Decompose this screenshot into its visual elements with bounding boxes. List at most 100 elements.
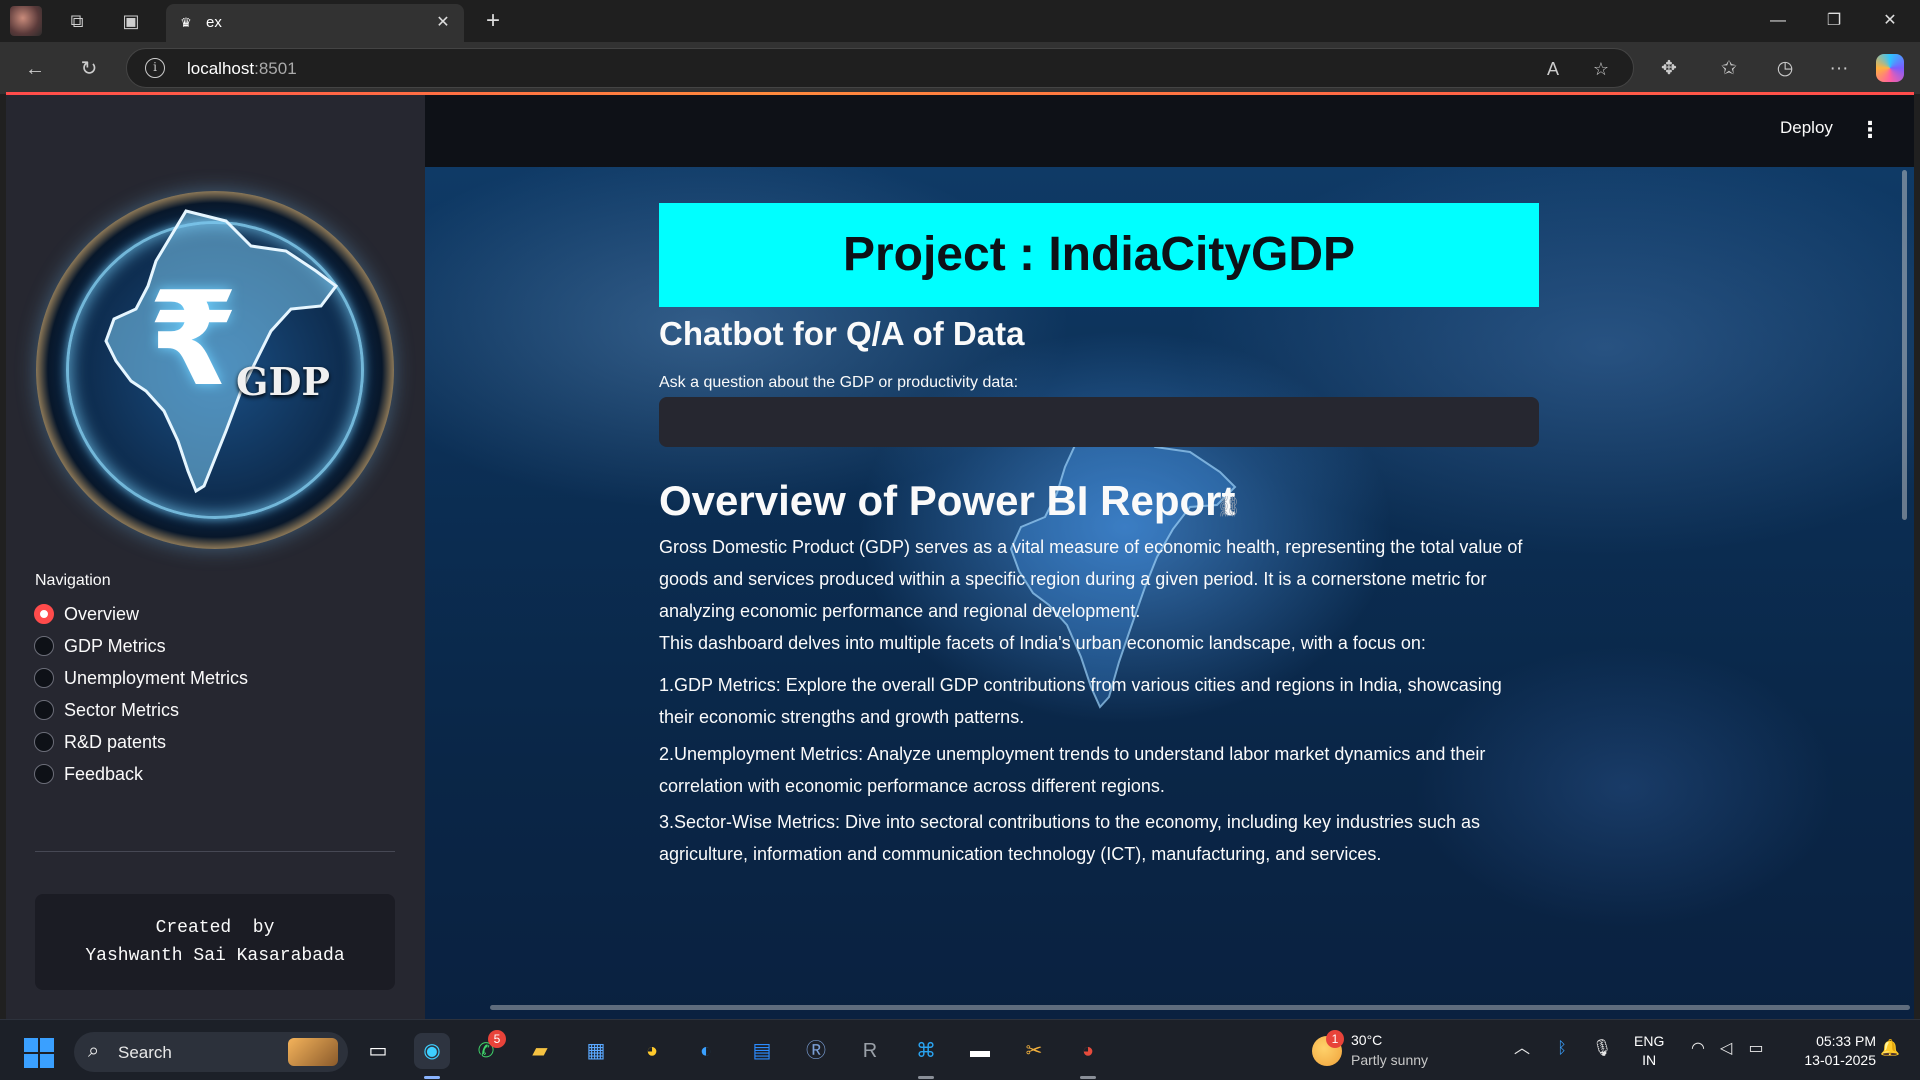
gdp-logo: ₹ GDP	[36, 191, 394, 549]
back-icon[interactable]: ←	[20, 54, 50, 84]
weather-temperature: 30°C	[1351, 1032, 1383, 1048]
microphone-icon[interactable]: 🎙	[1590, 1037, 1614, 1061]
weather-widget[interactable]: 30°C Partly sunny	[1351, 1030, 1428, 1070]
rupee-symbol: ₹	[148, 263, 239, 415]
extensions-icon[interactable]: ✥	[1654, 54, 1684, 84]
nav-radio-feedback[interactable]: Feedback	[34, 758, 248, 790]
overview-paragraph-4: 2.Unemployment Metrics: Analyze unemploy…	[659, 744, 1486, 796]
whatsapp-badge: 5	[488, 1030, 506, 1048]
reload-icon[interactable]: ↻	[74, 54, 104, 84]
page-title: Project : IndiaCityGDP	[842, 228, 1356, 281]
credit-line-2: Yashwanth Sai Kasarabada	[85, 946, 345, 966]
main-area: Deploy ⋮ Project : IndiaCityGDP Chatbot …	[425, 95, 1914, 1019]
nav-radio-gdp-metrics[interactable]: GDP Metrics	[34, 630, 248, 662]
messenger-icon[interactable]: ◐	[688, 1033, 724, 1069]
clock-time: 05:33 PM	[1816, 1033, 1876, 1049]
project-title-banner: Project : IndiaCityGDP	[659, 203, 1539, 307]
notifications-icon[interactable]: 🔔	[1878, 1037, 1902, 1061]
deploy-button[interactable]: Deploy	[1780, 118, 1833, 138]
read-aloud-icon[interactable]: A	[1541, 57, 1565, 81]
credit-line-1: Created by	[155, 918, 275, 938]
radio-unselected-icon[interactable]	[34, 668, 54, 688]
url-text: localhost:8501	[187, 59, 297, 78]
file-explorer-icon[interactable]: ▰	[522, 1033, 558, 1069]
vscode-icon[interactable]: ⌘	[908, 1033, 944, 1069]
nav-radio-overview[interactable]: Overview	[34, 598, 248, 630]
nav-radio-label: R&D patents	[64, 731, 167, 752]
nav-radio-label: Feedback	[64, 763, 144, 784]
streamlit-app: ₹ GDP Navigation Overview GDP Metrics Un…	[6, 95, 1914, 1019]
nav-radio-label: Overview	[64, 603, 140, 624]
radio-unselected-icon[interactable]	[34, 636, 54, 656]
history-icon[interactable]: ◷	[1770, 54, 1800, 84]
terminal-icon[interactable]: ▬	[962, 1033, 998, 1069]
site-info-icon[interactable]: i	[145, 58, 165, 78]
open-app-indicator	[1080, 1076, 1096, 1079]
app-window-icon[interactable]: ▤	[744, 1033, 780, 1069]
open-app-indicator	[918, 1076, 934, 1079]
profile-avatar[interactable]	[10, 6, 42, 36]
edge-browser-icon[interactable]: ◉	[414, 1033, 450, 1069]
browser-tab[interactable]: ♛ ex ✕	[166, 4, 464, 42]
url-field[interactable]: i localhost:8501 A ☆	[126, 48, 1634, 88]
horizontal-scrollbar[interactable]	[490, 1005, 1910, 1010]
overview-paragraph-5: 3.Sector-Wise Metrics: Dive into sectora…	[659, 812, 1481, 864]
battery-icon[interactable]: ▭	[1744, 1037, 1768, 1061]
more-options-icon[interactable]: ···	[1824, 54, 1854, 84]
taskbar: ⌕ Search ▭ ◉ ✆ 5 ▰ ▦ ◕ ◐ ▤ Ⓡ R ⌘ ▬ ✂ ◕ 1…	[0, 1019, 1920, 1080]
search-label: Search	[118, 1043, 172, 1062]
restore-icon[interactable]: ❐	[1806, 0, 1862, 42]
system-clock[interactable]: 05:33 PM 13-01-2025	[1786, 1032, 1876, 1070]
task-view-icon[interactable]: ▭	[360, 1033, 396, 1069]
weather-badge: 1	[1326, 1030, 1344, 1048]
workspaces-icon[interactable]: ⧉	[64, 8, 90, 34]
favorites-icon[interactable]: ✩	[1714, 54, 1744, 84]
radio-selected-icon[interactable]	[34, 604, 54, 624]
volume-icon[interactable]: ◁	[1714, 1037, 1738, 1061]
wifi-icon[interactable]: ◠	[1686, 1037, 1710, 1061]
close-window-icon[interactable]: ✕	[1862, 0, 1918, 42]
taskbar-search[interactable]: ⌕ Search	[74, 1032, 348, 1072]
language-indicator[interactable]: ENG IN	[1634, 1032, 1664, 1070]
overview-paragraph-1: Gross Domestic Product (GDP) serves as a…	[659, 537, 1523, 621]
chrome-profile-icon[interactable]: ◕	[1070, 1033, 1106, 1069]
tab-title: ex	[206, 14, 222, 31]
minimize-icon[interactable]: —	[1750, 0, 1806, 42]
search-highlight-image	[288, 1038, 338, 1066]
app-header: Deploy ⋮	[425, 95, 1914, 167]
new-tab-button[interactable]: +	[478, 6, 508, 36]
nav-radio-rd-patents[interactable]: R&D patents	[34, 726, 248, 758]
r-language-icon[interactable]: R	[852, 1033, 888, 1069]
search-icon: ⌕	[88, 1040, 100, 1062]
radio-unselected-icon[interactable]	[34, 700, 54, 720]
streamlit-favicon-icon: ♛	[180, 15, 192, 30]
copilot-icon[interactable]	[1876, 54, 1904, 82]
chatbot-heading: Chatbot for Q/A of Data	[659, 315, 1025, 352]
anchor-link-icon[interactable]: ⛓	[1216, 495, 1241, 519]
r-studio-icon[interactable]: Ⓡ	[798, 1033, 834, 1069]
nav-radio-label: Sector Metrics	[64, 699, 180, 720]
snipping-tool-icon[interactable]: ✂	[1016, 1033, 1052, 1069]
browser-tab-bar: ⧉ ▣ ♛ ex ✕ + — ❐ ✕	[0, 0, 1920, 42]
question-input[interactable]	[659, 397, 1539, 447]
active-app-indicator	[424, 1076, 440, 1079]
overview-paragraph-3: 1.GDP Metrics: Explore the overall GDP c…	[659, 675, 1502, 727]
vertical-scrollbar[interactable]	[1902, 170, 1907, 520]
nav-radio-unemployment-metrics[interactable]: Unemployment Metrics	[34, 662, 248, 694]
main-menu-icon[interactable]: ⋮	[1859, 115, 1881, 145]
chrome-icon[interactable]: ◕	[634, 1033, 670, 1069]
radio-unselected-icon[interactable]	[34, 764, 54, 784]
tab-close-icon[interactable]: ✕	[432, 12, 454, 34]
microsoft-store-icon[interactable]: ▦	[578, 1033, 614, 1069]
chevron-up-icon[interactable]: ︿	[1510, 1037, 1534, 1061]
vertical-tabs-icon[interactable]: ▣	[118, 8, 144, 34]
favorite-star-icon[interactable]: ☆	[1589, 57, 1613, 81]
bluetooth-icon[interactable]: ᛒ	[1550, 1037, 1574, 1061]
nav-radio-sector-metrics[interactable]: Sector Metrics	[34, 694, 248, 726]
logo-gdp-text: GDP	[236, 359, 330, 404]
windows-start-icon[interactable]	[24, 1038, 54, 1068]
overview-paragraph-2: This dashboard delves into multiple face…	[659, 633, 1426, 653]
sidebar: ₹ GDP Navigation Overview GDP Metrics Un…	[6, 95, 425, 1019]
nav-radio-label: GDP Metrics	[64, 635, 166, 656]
radio-unselected-icon[interactable]	[34, 732, 54, 752]
